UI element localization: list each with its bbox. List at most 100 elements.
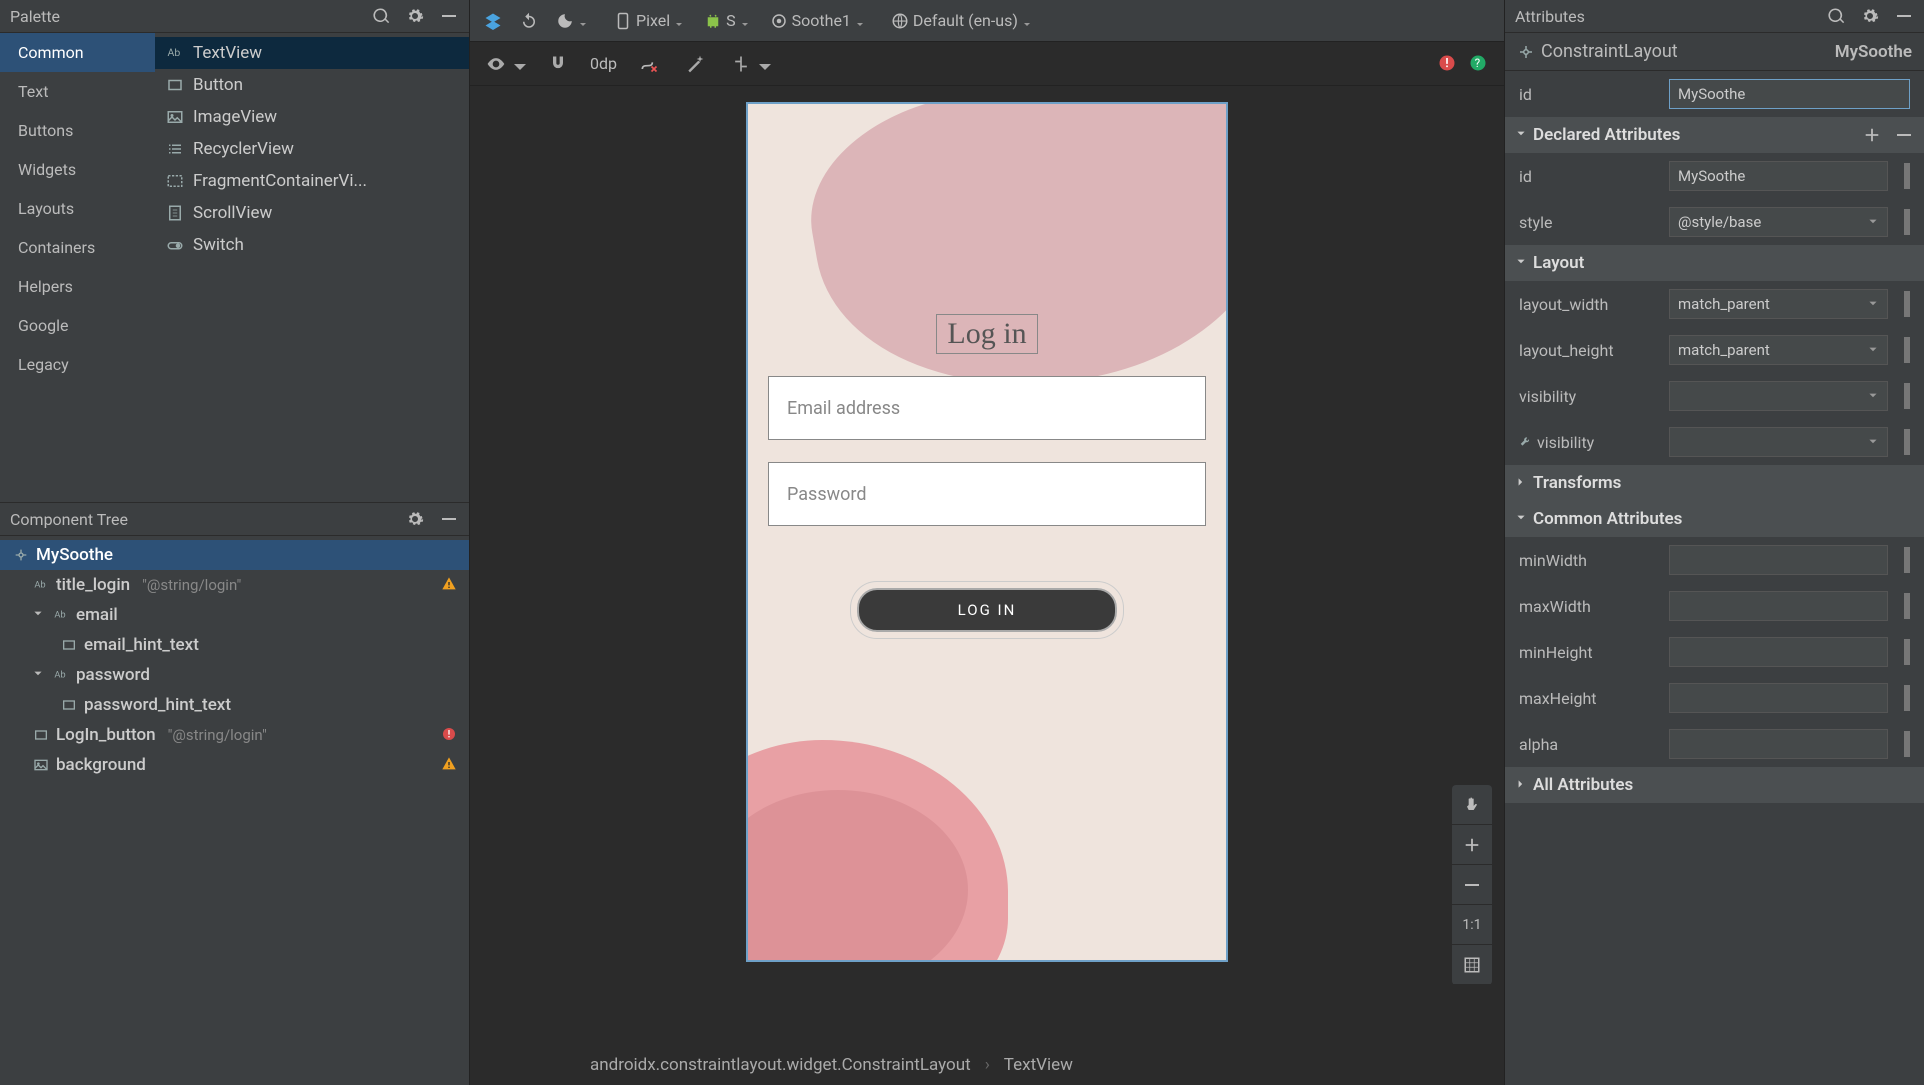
help-icon[interactable]	[1464, 51, 1492, 75]
palette-item-textview[interactable]: TextView	[155, 37, 469, 69]
align-icon[interactable]	[727, 52, 771, 76]
attributes-header: Attributes	[1505, 0, 1924, 33]
attributes-root-row: ConstraintLayout MySoothe	[1505, 33, 1924, 71]
breadcrumb-child[interactable]: TextView	[1004, 1055, 1073, 1075]
design-sub-toolbar: 0dp	[470, 42, 1504, 86]
palette-item-fragmentcontainervi...[interactable]: FragmentContainerVi...	[155, 165, 469, 197]
password-field[interactable]: Password	[768, 462, 1206, 526]
chevron-down-icon[interactable]	[32, 668, 46, 682]
email-field[interactable]: Email address	[768, 376, 1206, 440]
attr-row-minHeight: minHeight	[1505, 629, 1924, 675]
attr-row-style: style@style/base	[1505, 199, 1924, 245]
gear-icon[interactable]	[405, 6, 425, 26]
error-badge-icon[interactable]	[1433, 51, 1461, 75]
attr-row-alpha: alpha	[1505, 721, 1924, 767]
attr-layout_height-select[interactable]: match_parent	[1669, 335, 1888, 365]
button-icon	[32, 726, 50, 744]
night-mode-icon[interactable]	[552, 10, 594, 32]
text-icon	[52, 666, 70, 684]
tree-node-LogIn_button[interactable]: LogIn_button"@string/login"	[0, 720, 469, 750]
search-icon[interactable]	[371, 6, 391, 26]
section-common[interactable]: Common Attributes	[1505, 501, 1924, 537]
palette-item-imageview[interactable]: ImageView	[155, 101, 469, 133]
breadcrumb: androidx.constraintlayout.widget.Constra…	[470, 1045, 1504, 1085]
box-icon	[60, 636, 78, 654]
attr-id-input[interactable]	[1669, 161, 1888, 191]
palette-item-button[interactable]: Button	[155, 69, 469, 101]
palette-item-recyclerview[interactable]: RecyclerView	[155, 133, 469, 165]
device-preview[interactable]: Log in Email address Password LOG IN	[746, 102, 1228, 962]
zoom-out-button[interactable]	[1452, 865, 1492, 905]
palette-category-helpers[interactable]: Helpers	[0, 267, 155, 306]
tree-node-email_hint_text[interactable]: email_hint_text	[0, 630, 469, 660]
section-layout[interactable]: Layout	[1505, 245, 1924, 281]
palette-category-google[interactable]: Google	[0, 306, 155, 345]
section-transforms[interactable]: Transforms	[1505, 465, 1924, 501]
attr-style-select[interactable]: @style/base	[1669, 207, 1888, 237]
fit-icon[interactable]	[1452, 945, 1492, 985]
locale-selector[interactable]: Default (en-us)	[887, 9, 1038, 32]
design-canvas[interactable]: Log in Email address Password LOG IN 1:1	[470, 86, 1504, 1045]
palette-category-legacy[interactable]: Legacy	[0, 345, 155, 384]
palette-category-containers[interactable]: Containers	[0, 228, 155, 267]
remove-attribute-icon[interactable]	[1894, 125, 1914, 145]
rotate-icon[interactable]	[516, 10, 542, 32]
attr-minHeight-input[interactable]	[1669, 637, 1888, 667]
attr-maxWidth-input[interactable]	[1669, 591, 1888, 621]
margin-dp[interactable]: 0dp	[590, 54, 617, 73]
login-button[interactable]: LOG IN	[857, 588, 1117, 632]
box-icon	[60, 696, 78, 714]
zoom-in-button[interactable]	[1452, 825, 1492, 865]
attr-row-maxHeight: maxHeight	[1505, 675, 1924, 721]
list-icon	[165, 139, 185, 159]
search-icon[interactable]	[1826, 6, 1846, 26]
minimize-icon[interactable]	[439, 6, 459, 26]
tree-node-MySoothe[interactable]: MySoothe	[0, 540, 469, 570]
login-title[interactable]: Log in	[936, 314, 1037, 354]
error-icon	[441, 726, 459, 744]
attr-id-input[interactable]	[1669, 79, 1910, 109]
attr-id-row: id	[1505, 71, 1924, 117]
chevron-down-icon[interactable]	[32, 608, 46, 622]
gear-icon[interactable]	[1860, 6, 1880, 26]
palette-item-scrollview[interactable]: ScrollView	[155, 197, 469, 229]
palette-item-switch[interactable]: Switch	[155, 229, 469, 261]
visibility-icon[interactable]	[482, 52, 526, 76]
zoom-controls: 1:1	[1452, 785, 1492, 985]
palette-category-widgets[interactable]: Widgets	[0, 150, 155, 189]
palette-category-buttons[interactable]: Buttons	[0, 111, 155, 150]
tree-node-title_login[interactable]: title_login"@string/login"	[0, 570, 469, 600]
gear-icon[interactable]	[405, 509, 425, 529]
section-declared[interactable]: Declared Attributes	[1505, 117, 1924, 153]
palette-header: Palette	[0, 0, 469, 33]
section-all[interactable]: All Attributes	[1505, 767, 1924, 803]
palette-category-text[interactable]: Text	[0, 72, 155, 111]
attr-layout_width-select[interactable]: match_parent	[1669, 289, 1888, 319]
tree-node-email[interactable]: email	[0, 600, 469, 630]
attr-maxHeight-input[interactable]	[1669, 683, 1888, 713]
pan-icon[interactable]	[1452, 785, 1492, 825]
attr-visibility-select[interactable]	[1669, 381, 1888, 411]
minimize-icon[interactable]	[1894, 6, 1914, 26]
minimize-icon[interactable]	[439, 509, 459, 529]
layers-icon[interactable]	[480, 10, 506, 32]
device-selector[interactable]: Pixel	[610, 9, 690, 32]
palette-category-common[interactable]: Common	[0, 33, 155, 72]
attr-alpha-input[interactable]	[1669, 729, 1888, 759]
attr-row-visibility: visibility	[1505, 373, 1924, 419]
zoom-ratio[interactable]: 1:1	[1452, 905, 1492, 945]
attr-visibility-select[interactable]	[1669, 427, 1888, 457]
component-tree-header: Component Tree	[0, 503, 469, 536]
theme-selector[interactable]: Soothe1	[766, 9, 871, 32]
tree-node-password[interactable]: password	[0, 660, 469, 690]
infer-constraints-icon[interactable]	[681, 52, 709, 76]
magnet-icon[interactable]	[544, 52, 572, 76]
breadcrumb-root[interactable]: androidx.constraintlayout.widget.Constra…	[590, 1055, 971, 1075]
attr-minWidth-input[interactable]	[1669, 545, 1888, 575]
palette-category-layouts[interactable]: Layouts	[0, 189, 155, 228]
tree-node-password_hint_text[interactable]: password_hint_text	[0, 690, 469, 720]
tree-node-background[interactable]: background	[0, 750, 469, 780]
add-attribute-icon[interactable]	[1862, 125, 1882, 145]
api-selector[interactable]: S	[700, 9, 756, 32]
clear-constraints-icon[interactable]	[635, 52, 663, 76]
